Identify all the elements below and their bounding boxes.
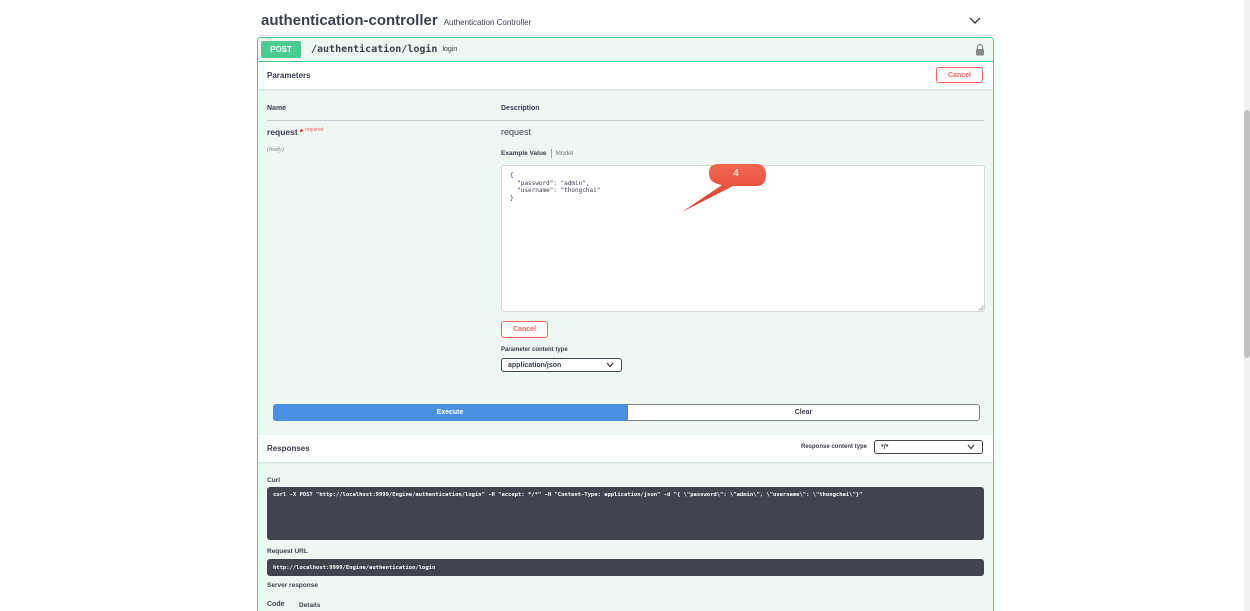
response-content-type-label: Response content type xyxy=(800,444,867,450)
server-response-label: Server response xyxy=(267,582,318,589)
request-url-label: Request URL xyxy=(267,548,308,555)
cancel-edit-button[interactable]: Cancel xyxy=(501,321,548,338)
param-name: request * required xyxy=(267,127,323,137)
operation-block: POST /authentication/login login Paramet… xyxy=(257,37,994,611)
execute-button[interactable]: Execute xyxy=(273,404,627,421)
column-name-header: Name xyxy=(267,105,287,112)
controller-description: Authentication Controller xyxy=(443,17,532,27)
required-star: * xyxy=(299,127,304,137)
param-description: request xyxy=(501,127,532,137)
details-header: Details xyxy=(299,602,321,609)
controller-header[interactable]: authentication-controller Authentication… xyxy=(258,6,996,36)
chevron-down-icon xyxy=(606,362,614,368)
request-url-value: http://localhost:9999/Engine/authenticat… xyxy=(273,564,436,571)
chevron-down-icon xyxy=(967,444,975,450)
example-tabs: Example Value Model xyxy=(501,149,573,158)
clear-button[interactable]: Clear xyxy=(627,404,980,421)
request-url-box: http://localhost:9999/Engine/authenticat… xyxy=(267,559,984,576)
execute-clear-group: Execute Clear xyxy=(273,404,980,421)
curl-label: Curl xyxy=(267,477,280,484)
parameter-content-type-select[interactable]: application/json xyxy=(501,358,622,372)
operation-path: /authentication/login xyxy=(311,44,438,55)
chevron-down-icon[interactable] xyxy=(968,13,982,27)
resize-grip-icon[interactable] xyxy=(978,305,984,311)
required-label: required xyxy=(305,127,324,133)
tab-model[interactable]: Model xyxy=(556,150,574,157)
operation-summary-text: login xyxy=(442,46,458,53)
column-description-header: Description xyxy=(501,105,540,112)
tab-example-value[interactable]: Example Value xyxy=(501,150,547,157)
scrollbar-thumb[interactable] xyxy=(1244,110,1250,358)
controller-name: authentication-controller xyxy=(261,12,438,29)
response-content-type-select[interactable]: */* xyxy=(874,440,983,454)
operation-summary[interactable]: POST /authentication/login login xyxy=(258,38,993,62)
parameter-content-type-label: Parameter content type xyxy=(501,347,568,353)
code-header: Code xyxy=(267,601,285,608)
responses-bar: Responses Response content type */* xyxy=(258,435,993,462)
cancel-button[interactable]: Cancel xyxy=(936,67,983,83)
responses-title: Responses xyxy=(267,444,310,453)
response-content-type-value: */* xyxy=(881,443,889,451)
method-badge: POST xyxy=(261,41,301,58)
tab-separator xyxy=(550,149,552,158)
header-divider xyxy=(267,120,984,121)
parameters-title: Parameters xyxy=(267,71,311,80)
request-body-textarea[interactable]: { "password": "admin", "username": "thon… xyxy=(501,165,985,312)
parameters-bar: Parameters Cancel xyxy=(258,62,993,89)
curl-command: curl -X POST "http://localhost:9999/Engi… xyxy=(267,487,984,540)
lock-icon[interactable] xyxy=(975,43,985,56)
callout-number: 4 xyxy=(733,167,739,179)
param-location: (body) xyxy=(267,146,284,153)
parameter-content-type-value: application/json xyxy=(508,361,562,369)
param-name-text: request xyxy=(267,127,298,137)
